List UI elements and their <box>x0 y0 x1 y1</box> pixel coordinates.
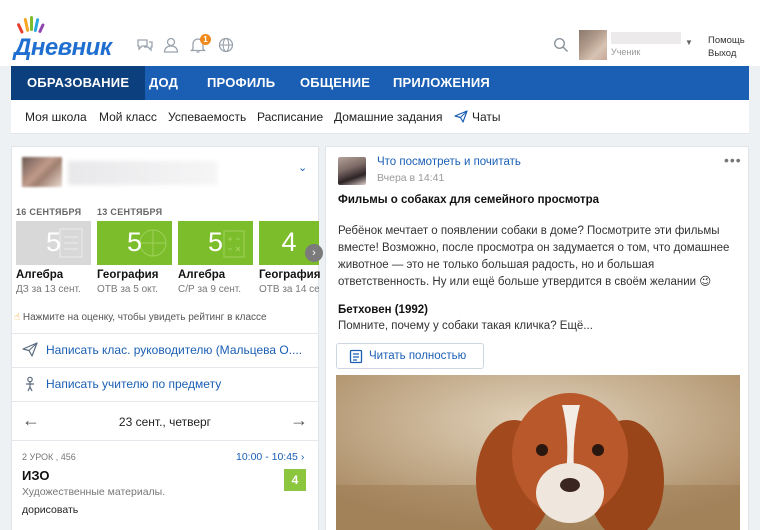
grade-note: ОТВ за 14 сент <box>259 284 319 295</box>
post-subtitle: Бетховен (1992) <box>338 304 428 316</box>
write-class-teacher-link[interactable]: Написать клас. руководителю (Мальцева О.… <box>46 343 302 357</box>
grade-value: 5 <box>207 227 224 257</box>
grade-subject: География <box>97 269 159 281</box>
chevron-down-icon: ▼ <box>685 38 693 47</box>
grade-value: 5 <box>45 227 62 257</box>
lesson-grade-badge[interactable]: 4 <box>284 469 306 491</box>
globe-icon[interactable] <box>217 36 235 54</box>
help-link[interactable]: Помощь <box>708 35 745 46</box>
teacher-icon <box>26 376 34 392</box>
avatar <box>579 30 607 60</box>
feed-post: Что посмотреть и почитать Вчера в 14:41 … <box>325 146 749 530</box>
grade-value: 5 <box>126 227 143 257</box>
more-options-icon[interactable]: ••• <box>724 152 742 168</box>
profile-icon[interactable] <box>162 36 180 54</box>
pointing-hand-icon: ☝ <box>14 312 21 323</box>
post-author-avatar[interactable] <box>338 157 366 185</box>
grade-card[interactable]: 5 <box>178 221 253 265</box>
header: Дневник 1 Ученик ▼ Помощь Выход <box>0 0 760 66</box>
scroll-right-button[interactable]: › <box>305 244 323 262</box>
lesson-number: 2 УРОК , 456 <box>22 452 76 462</box>
arrow-right-icon[interactable]: → <box>290 410 308 431</box>
page: Дневник 1 Ученик ▼ Помощь Выход ОБРАЗОВА… <box>0 0 760 530</box>
paper-plane-icon <box>22 342 38 357</box>
lesson-homework: дорисовать <box>22 504 79 516</box>
post-subtext: Помните, почему у собаки такая кличка? Е… <box>338 320 593 332</box>
write-subject-teacher-row[interactable]: Написать учителю по предмету <box>12 367 318 399</box>
post-image[interactable] <box>336 375 740 530</box>
lesson-name[interactable]: ИЗО <box>22 468 49 483</box>
grade-subject: Алгебра <box>16 269 64 281</box>
write-class-teacher-row[interactable]: Написать клас. руководителю (Мальцева О.… <box>12 333 318 365</box>
user-name-blurred <box>611 32 681 44</box>
grade-note: ДЗ за 13 сент. <box>16 284 81 295</box>
nav-item-education[interactable]: Образование <box>11 66 146 100</box>
search-icon[interactable] <box>553 37 569 53</box>
hand-logo-icon <box>17 16 45 34</box>
grade-date-label: 13 СЕНТЯБРЯ <box>97 207 163 217</box>
lesson-topic: Художественные материалы. <box>22 486 166 498</box>
lesson-time: 10:00 - 10:45 <box>236 451 298 463</box>
post-author-link[interactable]: Что посмотреть и почитать <box>377 156 521 168</box>
grade-hint-text: Нажмите на оценку, чтобы увидеть рейтинг… <box>22 312 267 323</box>
logo[interactable]: Дневник <box>12 14 128 61</box>
subnav-my-school[interactable]: Моя школа <box>25 110 87 124</box>
logo-text: Дневник <box>14 34 112 61</box>
nav-item-communication[interactable]: Общение <box>300 66 370 100</box>
read-more-label: Читать полностью <box>369 350 467 362</box>
grade-subject: География <box>259 269 321 281</box>
write-subject-teacher-link[interactable]: Написать учителю по предмету <box>46 377 221 391</box>
grade-hint: ☝ Нажмите на оценку, чтобы увидеть рейти… <box>14 312 267 323</box>
subnav-schedule[interactable]: Расписание <box>257 110 323 124</box>
current-day: 23 сент., четверг <box>118 415 212 429</box>
lesson-time-link[interactable]: 10:00 - 10:45 › <box>236 451 304 463</box>
subnav-progress[interactable]: Успеваемость <box>168 110 246 124</box>
main-nav: Образование ДОД Профиль Общение Приложен… <box>11 66 749 106</box>
post-title: Фильмы о собаках для семейного просмотра <box>338 194 600 206</box>
post-body: Ребёнок мечтает о появлении собаки в дом… <box>338 225 730 288</box>
post-time: Вчера в 14:41 <box>377 172 445 184</box>
chevron-down-icon[interactable]: ⌄ <box>298 161 307 174</box>
user-role: Ученик <box>611 47 641 57</box>
chevron-right-icon: › <box>300 451 305 463</box>
subnav-my-class[interactable]: Мой класс <box>99 110 157 124</box>
grade-note: ОТВ за 5 окт. <box>97 284 158 295</box>
document-icon <box>349 349 363 364</box>
student-panel: ⌄ 16 СЕНТЯБРЯ 13 СЕНТЯБРЯ 5 5 5 4 › Алге… <box>11 146 323 530</box>
subnav-chats[interactable]: Чаты <box>472 110 501 124</box>
paper-plane-icon <box>454 110 468 123</box>
nav-item-dod[interactable]: ДОД <box>149 66 178 100</box>
grade-subject: Алгебра <box>178 269 226 281</box>
child-name-blurred <box>68 161 218 185</box>
nav-item-profile[interactable]: Профиль <box>207 66 275 100</box>
dog-photo-icon <box>336 375 740 530</box>
sub-nav: Моя школа Мой класс Успеваемость Расписа… <box>11 100 749 134</box>
grade-card[interactable]: 5 <box>97 221 172 265</box>
grade-date-label: 16 СЕНТЯБРЯ <box>16 207 82 217</box>
grade-note: С/Р за 9 сент. <box>178 284 242 295</box>
subnav-homework[interactable]: Домашние задания <box>334 110 443 124</box>
user-menu[interactable]: Ученик ▼ <box>579 30 695 60</box>
grade-card[interactable]: 5 <box>16 221 91 265</box>
day-switcher: ← 23 сент., четверг → <box>12 401 318 441</box>
read-more-button[interactable]: Читать полностью <box>336 343 484 369</box>
exit-link[interactable]: Выход <box>708 48 736 59</box>
notification-badge: 1 <box>200 34 211 45</box>
child-avatar <box>22 157 62 187</box>
nav-item-apps[interactable]: Приложения <box>393 66 490 100</box>
chat-bubbles-icon[interactable] <box>136 36 154 54</box>
